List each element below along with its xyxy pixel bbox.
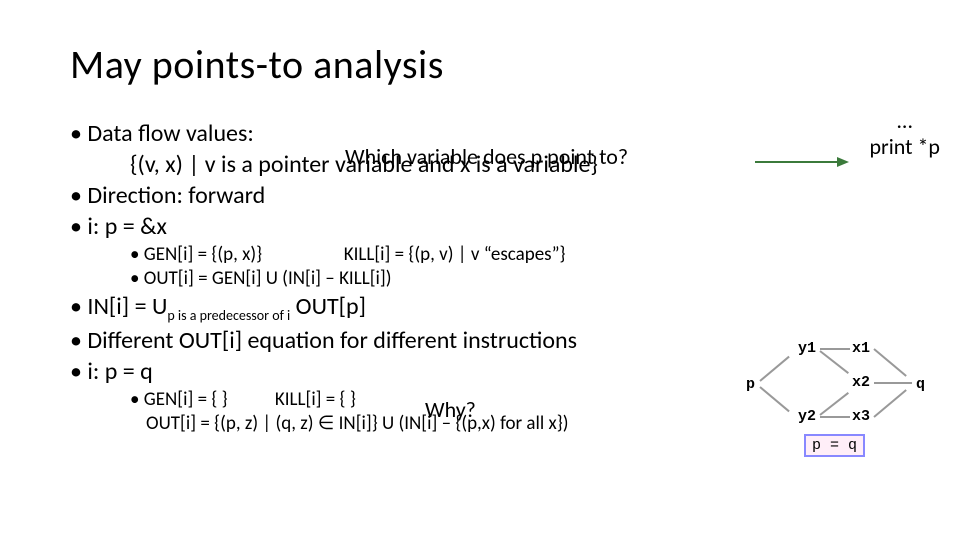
node-x3: x3 bbox=[852, 408, 870, 425]
in-rhs: OUT[p] bbox=[290, 292, 366, 321]
sub-kill-1: KILL[i] = {(p, v) | v “escapes”} bbox=[344, 243, 566, 266]
edge bbox=[759, 356, 789, 382]
arrow-icon bbox=[755, 156, 850, 168]
bullet-i1: i: p = &x bbox=[70, 212, 960, 241]
sub-gen-kill-1: GEN[i] = {(p, x)} KILL[i] = {(p, v) | v … bbox=[130, 243, 960, 266]
page-title: May points-to analysis bbox=[70, 40, 960, 89]
code-line-2: print *p bbox=[870, 134, 941, 160]
edge bbox=[819, 350, 849, 374]
code-snippet: … print *p bbox=[870, 108, 941, 161]
slide: May points-to analysis … print *p Which … bbox=[0, 0, 960, 540]
annotation-why: Why? bbox=[425, 396, 476, 423]
sub-out-1: OUT[i] = GEN[i] U (IN[i] – KILL[i]) bbox=[130, 267, 960, 290]
edge bbox=[820, 348, 850, 350]
edge bbox=[873, 389, 906, 418]
in-lhs: IN[i] = U bbox=[87, 292, 167, 321]
code-line-1: … bbox=[870, 108, 941, 134]
node-q: q bbox=[916, 376, 925, 393]
node-y1: y1 bbox=[798, 340, 816, 357]
points-to-diagram: p q y1 y2 x1 x2 x3 p = q bbox=[746, 318, 936, 458]
in-sub: p is a predecessor of i bbox=[167, 307, 290, 324]
node-x2: x2 bbox=[852, 374, 870, 391]
node-y2: y2 bbox=[798, 408, 816, 425]
node-x1: x1 bbox=[852, 340, 870, 357]
edge bbox=[873, 348, 906, 377]
bullet-direction: Direction: forward bbox=[70, 181, 960, 210]
diagram-box: p = q bbox=[804, 434, 865, 457]
edge bbox=[819, 392, 849, 416]
annotation-question: Which variable does p point to? bbox=[345, 143, 628, 170]
edge bbox=[874, 382, 912, 384]
edge bbox=[759, 386, 789, 412]
sub-gen-1: GEN[i] = {(p, x)} bbox=[130, 243, 262, 266]
sub-gen-2: GEN[i] = { } bbox=[130, 388, 228, 411]
edge bbox=[820, 416, 850, 418]
node-p: p bbox=[746, 376, 755, 393]
sub-kill-2: KILL[i] = { } bbox=[275, 388, 356, 411]
